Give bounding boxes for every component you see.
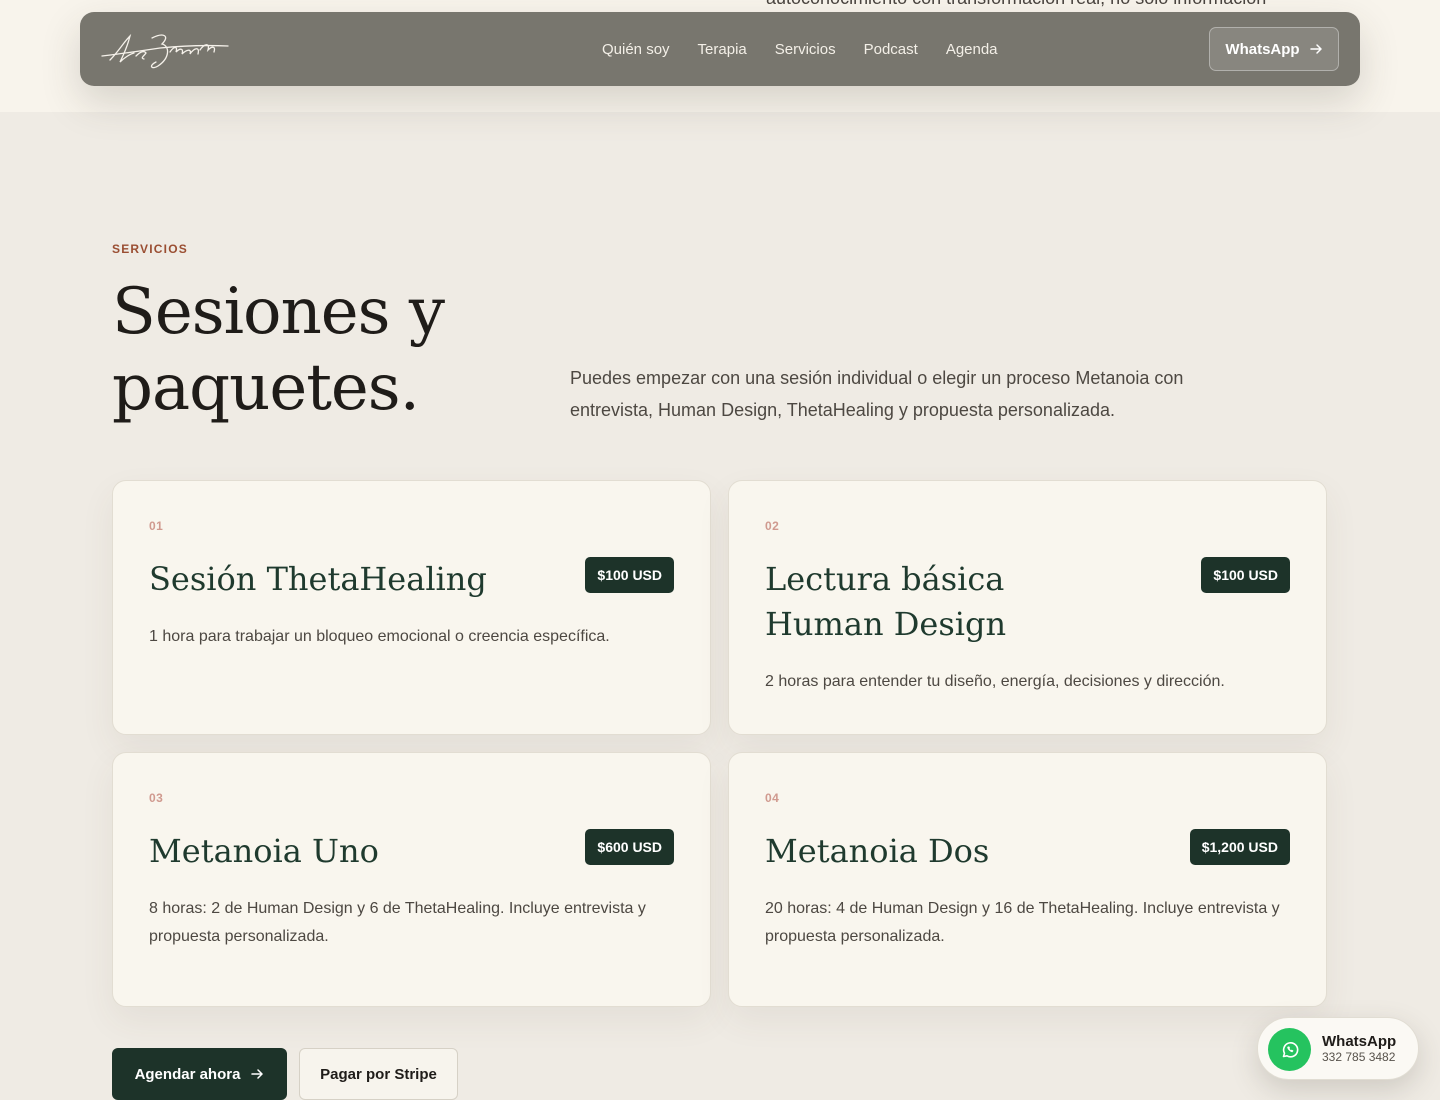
card-number: 04 xyxy=(765,791,780,805)
whatsapp-float-title: WhatsApp xyxy=(1322,1033,1397,1050)
section-heading: Sesiones y paquetes. xyxy=(112,275,445,425)
card-description: 2 horas para entender tu diseño, energía… xyxy=(765,673,1225,690)
card-description: 20 horas: 4 de Human Design y 16 de Thet… xyxy=(765,900,1280,945)
card-description: 1 hora para trabajar un bloqueo emociona… xyxy=(149,628,610,645)
whatsapp-icon xyxy=(1268,1028,1311,1071)
service-card: 02 Lectura básica Human Design $100 USD … xyxy=(728,480,1327,735)
arrow-right-icon xyxy=(251,1069,264,1079)
schedule-now-label: Agendar ahora xyxy=(134,1065,241,1083)
whatsapp-nav-button[interactable]: WhatsApp xyxy=(1209,27,1339,71)
price-badge: $100 USD xyxy=(585,557,674,593)
site-navbar: Quién soy Terapia Servicios Podcast Agen… xyxy=(80,12,1360,86)
section-eyebrow: SERVICIOS xyxy=(112,242,188,256)
previous-section-text: autoconocimiento con transformación real… xyxy=(766,0,1266,9)
nav-link-agenda[interactable]: Agenda xyxy=(946,41,998,58)
whatsapp-floating-button[interactable]: WhatsApp 332 785 3482 xyxy=(1257,1017,1419,1080)
service-card: 01 Sesión ThetaHealing $100 USD 1 hora p… xyxy=(112,480,711,735)
service-card: 03 Metanoia Uno $600 USD 8 horas: 2 de H… xyxy=(112,752,711,1007)
price-badge: $1,200 USD xyxy=(1189,829,1290,865)
arrow-right-icon xyxy=(1309,44,1322,54)
card-title: Lectura básica Human Design xyxy=(765,560,1007,643)
stripe-pay-button[interactable]: Pagar por Stripe xyxy=(299,1048,458,1100)
nav-link-podcast[interactable]: Podcast xyxy=(864,41,918,58)
price-badge: $600 USD xyxy=(585,829,674,865)
nav-link-quien-soy[interactable]: Quién soy xyxy=(602,41,670,58)
main-nav: Quién soy Terapia Servicios Podcast Agen… xyxy=(602,12,1026,86)
card-number: 03 xyxy=(149,791,164,805)
service-card: 04 Metanoia Dos $1,200 USD 20 horas: 4 d… xyxy=(728,752,1327,1007)
price-badge: $100 USD xyxy=(1201,557,1290,593)
nav-link-servicios[interactable]: Servicios xyxy=(775,41,836,58)
card-title: Metanoia Dos xyxy=(765,832,990,870)
nav-link-terapia[interactable]: Terapia xyxy=(698,41,747,58)
whatsapp-nav-label: WhatsApp xyxy=(1225,40,1300,58)
card-number: 02 xyxy=(765,519,780,533)
signature-logo[interactable] xyxy=(100,26,232,74)
schedule-now-button[interactable]: Agendar ahora xyxy=(112,1048,287,1100)
card-title: Sesión ThetaHealing xyxy=(149,560,487,598)
card-number: 01 xyxy=(149,519,164,533)
section-intro: Puedes empezar con una sesión individual… xyxy=(570,368,1184,420)
card-description: 8 horas: 2 de Human Design y 6 de ThetaH… xyxy=(149,900,646,945)
whatsapp-float-phone: 332 785 3482 xyxy=(1322,1050,1396,1064)
stripe-pay-label: Pagar por Stripe xyxy=(320,1065,437,1083)
card-title: Metanoia Uno xyxy=(149,832,379,870)
